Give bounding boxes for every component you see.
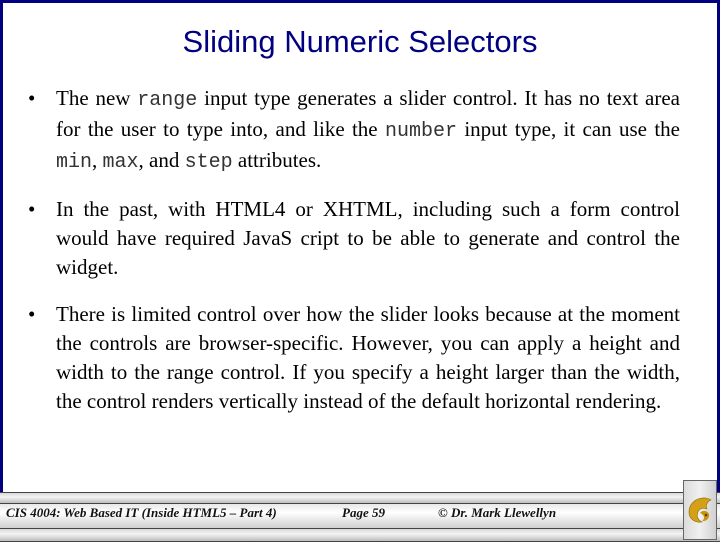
footer-course: CIS 4004: Web Based IT (Inside HTML5 – P…	[6, 505, 277, 520]
bullet-item: • The new range input type generates a s…	[28, 84, 680, 177]
text-run: There is limited control over how the sl…	[56, 302, 680, 413]
bullet-text: There is limited control over how the sl…	[56, 302, 680, 413]
text-run: ,	[92, 148, 103, 172]
text-run: , and	[138, 148, 185, 172]
bullet-text: In the past, with HTML4 or XHTML, includ…	[56, 197, 680, 279]
slide-footer: CIS 4004: Web Based IT (Inside HTML5 – P…	[0, 492, 720, 542]
bullet-item: • In the past, with HTML4 or XHTML, incl…	[28, 195, 680, 282]
footer-page-number: Page 59	[342, 505, 385, 520]
text-run: The new	[56, 86, 138, 110]
logo-box	[683, 480, 717, 540]
bullet-icon: •	[28, 302, 36, 326]
bullet-icon: •	[28, 197, 36, 221]
text-run: attributes.	[232, 148, 322, 172]
code-keyword: number	[384, 120, 457, 143]
bullet-icon: •	[28, 86, 36, 110]
ucf-pegasus-logo-icon	[688, 497, 712, 523]
code-keyword: min	[56, 151, 93, 174]
text-run: In the past, with HTML4 or XHTML, includ…	[56, 197, 680, 279]
bullet-text: The new range input type generates a sli…	[56, 86, 680, 174]
slide-title: Sliding Numeric Selectors	[182, 24, 538, 59]
bullet-item: • There is limited control over how the …	[28, 300, 680, 416]
slide-content: • The new range input type generates a s…	[28, 84, 680, 434]
text-run: input type, it can use the	[456, 117, 680, 141]
code-keyword: step	[184, 151, 233, 174]
footer-copyright: © Dr. Mark Llewellyn	[438, 505, 557, 520]
code-keyword: range	[137, 89, 198, 112]
code-keyword: max	[102, 151, 139, 174]
